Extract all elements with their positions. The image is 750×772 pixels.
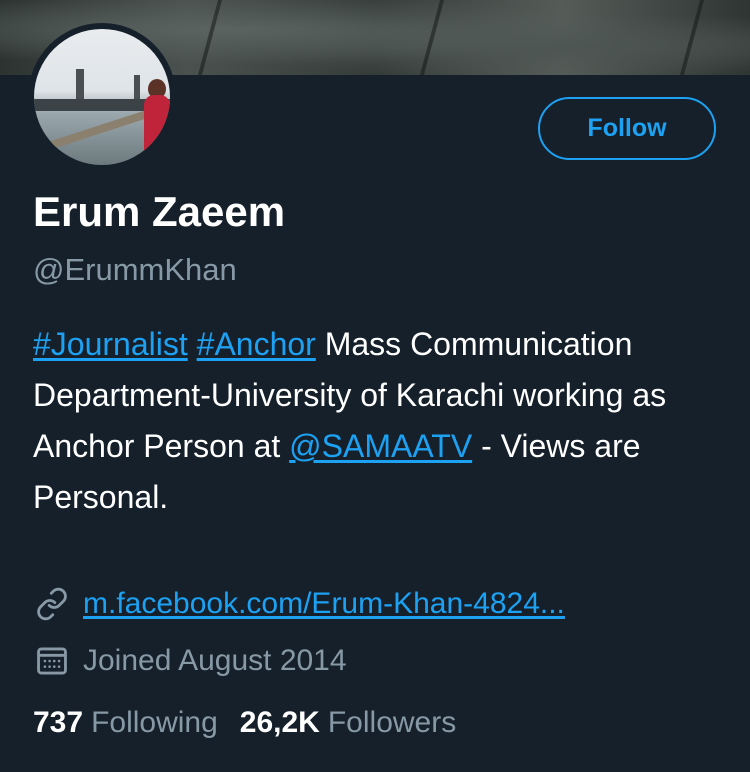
website-link[interactable]: m.facebook.com/Erum-Khan-4824...	[83, 587, 565, 621]
followers-count: 26,2K	[239, 706, 320, 739]
profile-bio: #Journalist #Anchor Mass Communication D…	[33, 319, 723, 523]
joined-row: Joined August 2014	[33, 642, 347, 680]
following-stat[interactable]: 737 Following	[33, 706, 218, 740]
followers-stat[interactable]: 26,2K Followers	[240, 706, 456, 740]
display-name: Erum Zaeem	[33, 188, 286, 235]
follow-stats: 737 Following 26,2K Followers	[33, 706, 478, 740]
website-row: m.facebook.com/Erum-Khan-4824...	[33, 585, 565, 623]
mention-link-samaatv[interactable]: @SAMAATV	[289, 428, 472, 464]
follow-button[interactable]: Follow	[538, 97, 716, 160]
followers-label: Followers	[327, 706, 457, 739]
avatar[interactable]	[28, 23, 176, 171]
following-label: Following	[91, 706, 218, 739]
following-count: 737	[33, 706, 84, 739]
hashtag-link-anchor[interactable]: #Anchor	[197, 326, 316, 362]
avatar-image	[34, 29, 170, 165]
link-icon	[33, 585, 71, 623]
joined-date: Joined August 2014	[83, 644, 347, 677]
user-handle: @ErummKhan	[33, 252, 237, 287]
hashtag-link-journalist[interactable]: #Journalist	[33, 326, 188, 362]
calendar-icon	[33, 642, 71, 680]
